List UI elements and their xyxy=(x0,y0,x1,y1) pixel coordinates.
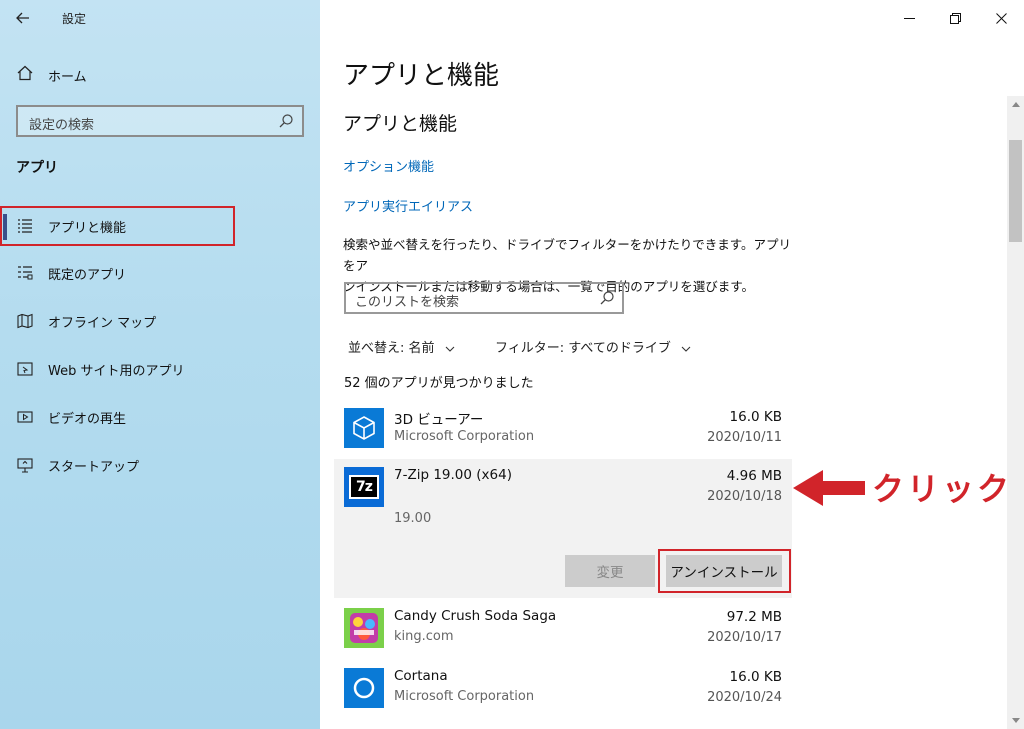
sidebar-item-home[interactable]: ホーム xyxy=(0,56,320,92)
sidebar-item-label: Web サイト用のアプリ xyxy=(48,364,185,379)
map-icon xyxy=(17,313,33,329)
startup-icon xyxy=(17,458,33,473)
back-arrow-icon xyxy=(16,12,29,24)
app-execution-alias-link[interactable]: アプリ実行エイリアス xyxy=(343,196,473,215)
app-date: 2020/10/24 xyxy=(707,690,782,705)
filter-dropdown[interactable]: フィルター: すべてのドライブ xyxy=(495,337,691,356)
video-icon xyxy=(17,411,33,423)
7zip-icon: 7z xyxy=(344,467,384,507)
app-list-item[interactable]: Candy Crush Soda Saga king.com 97.2 MB 2… xyxy=(334,600,792,656)
app-version: 19.00 xyxy=(394,511,432,526)
app-publisher: Microsoft Corporation xyxy=(394,689,535,704)
app-date: 2020/10/18 xyxy=(707,489,782,504)
sort-label: 並べ替え: xyxy=(348,341,405,356)
app-size: 97.2 MB xyxy=(726,609,782,625)
optional-features-link[interactable]: オプション機能 xyxy=(343,156,434,175)
app-size: 4.96 MB xyxy=(726,468,782,484)
7zip-icon-text: 7z xyxy=(356,479,373,495)
titlebar-left: 設定 xyxy=(0,0,320,36)
scroll-down-icon xyxy=(1011,718,1020,723)
filter-value: すべてのドライブ xyxy=(568,341,671,356)
app-publisher: Microsoft Corporation xyxy=(394,429,535,444)
restore-button[interactable] xyxy=(932,0,978,36)
sidebar-item-label: オフライン マップ xyxy=(48,316,157,331)
chevron-down-icon xyxy=(681,346,691,352)
app-date: 2020/10/11 xyxy=(707,430,782,445)
web-app-icon xyxy=(17,362,33,376)
close-button[interactable] xyxy=(978,0,1024,36)
back-button[interactable] xyxy=(10,6,36,30)
scroll-down-button[interactable] xyxy=(1007,712,1024,729)
app-date: 2020/10/17 xyxy=(707,630,782,645)
main-pane: アプリと機能 アプリと機能 オプション機能 アプリ実行エイリアス 検索や並べ替え… xyxy=(320,0,1024,729)
sidebar-item-apps-features[interactable]: アプリと機能 xyxy=(0,206,320,246)
close-icon xyxy=(995,12,1007,24)
scroll-up-button[interactable] xyxy=(1007,96,1024,113)
search-icon xyxy=(600,291,614,305)
candy-crush-icon xyxy=(344,608,384,648)
sidebar-item-startup[interactable]: スタートアップ xyxy=(0,445,320,485)
filter-label: フィルター: xyxy=(495,341,565,356)
sidebar-item-default-apps[interactable]: 既定のアプリ xyxy=(0,253,320,293)
cortana-icon xyxy=(344,668,384,708)
sidebar-item-label: ホーム xyxy=(48,70,87,85)
sidebar-item-label: スタートアップ xyxy=(48,460,140,475)
app-list-item[interactable]: 3D ビューアー Microsoft Corporation 16.0 KB 2… xyxy=(334,400,792,456)
minimize-button[interactable] xyxy=(886,0,932,36)
click-annotation: クリック xyxy=(872,470,1013,508)
app-list-item[interactable]: Cortana Microsoft Corporation 16.0 KB 20… xyxy=(334,660,792,716)
sort-value: 名前 xyxy=(408,341,435,356)
section-title: アプリ xyxy=(16,160,58,176)
active-indicator xyxy=(3,214,7,240)
search-placeholder: このリストを検索 xyxy=(355,295,460,310)
app-list-search-input[interactable]: このリストを検索 xyxy=(344,282,624,314)
scroll-up-icon xyxy=(1011,102,1020,107)
sidebar-item-label: 既定のアプリ xyxy=(48,268,127,283)
restore-icon xyxy=(949,12,961,24)
chevron-down-icon xyxy=(445,346,455,352)
default-apps-icon xyxy=(18,266,33,280)
uninstall-button[interactable]: アンインストール xyxy=(666,555,782,587)
section-heading: アプリと機能 xyxy=(343,113,458,135)
search-placeholder: 設定の検索 xyxy=(29,118,95,133)
home-icon xyxy=(17,65,33,81)
page-title: アプリと機能 xyxy=(343,61,500,91)
search-icon xyxy=(279,114,293,128)
minimize-icon xyxy=(903,17,915,19)
sidebar: 設定 ホーム 設定の検索 アプリ アプリと機能 既定のアプリ オフライン マップ… xyxy=(0,0,320,729)
app-list-item-selected[interactable]: 7z 7-Zip 19.00 (x64) 4.96 MB 2020/10/18 … xyxy=(334,459,792,598)
app-size: 16.0 KB xyxy=(729,409,782,425)
sidebar-item-label: ビデオの再生 xyxy=(48,412,127,427)
app-name: 3D ビューアー xyxy=(394,412,484,428)
sidebar-item-web-apps[interactable]: Web サイト用のアプリ xyxy=(0,349,320,389)
7zip-icon-badge: 7z xyxy=(349,475,379,499)
3d-viewer-icon xyxy=(344,408,384,448)
settings-search-input[interactable]: 設定の検索 xyxy=(16,105,304,137)
sidebar-item-offline-maps[interactable]: オフライン マップ xyxy=(0,301,320,341)
app-count-text: 52 個のアプリが見つかりました xyxy=(344,376,534,391)
window-controls xyxy=(886,0,1024,36)
app-size: 16.0 KB xyxy=(729,669,782,685)
sidebar-item-video-playback[interactable]: ビデオの再生 xyxy=(0,397,320,437)
app-name: Candy Crush Soda Saga xyxy=(394,608,557,624)
scroll-thumb[interactable] xyxy=(1009,140,1022,242)
app-name: Cortana xyxy=(394,668,448,684)
sort-dropdown[interactable]: 並べ替え: 名前 xyxy=(348,337,455,356)
sidebar-item-label: アプリと機能 xyxy=(48,221,127,236)
window-title: 設定 xyxy=(62,12,87,26)
vertical-scrollbar[interactable] xyxy=(1007,96,1024,729)
list-icon xyxy=(18,219,32,233)
app-name: 7-Zip 19.00 (x64) xyxy=(394,467,512,483)
app-publisher: king.com xyxy=(394,629,454,644)
left-arrow-icon xyxy=(793,470,865,506)
modify-button[interactable]: 変更 xyxy=(565,555,655,587)
description-line: 検索や並べ替えを行ったり、ドライブでフィルターをかけたりできます。アプリをア xyxy=(343,237,792,273)
